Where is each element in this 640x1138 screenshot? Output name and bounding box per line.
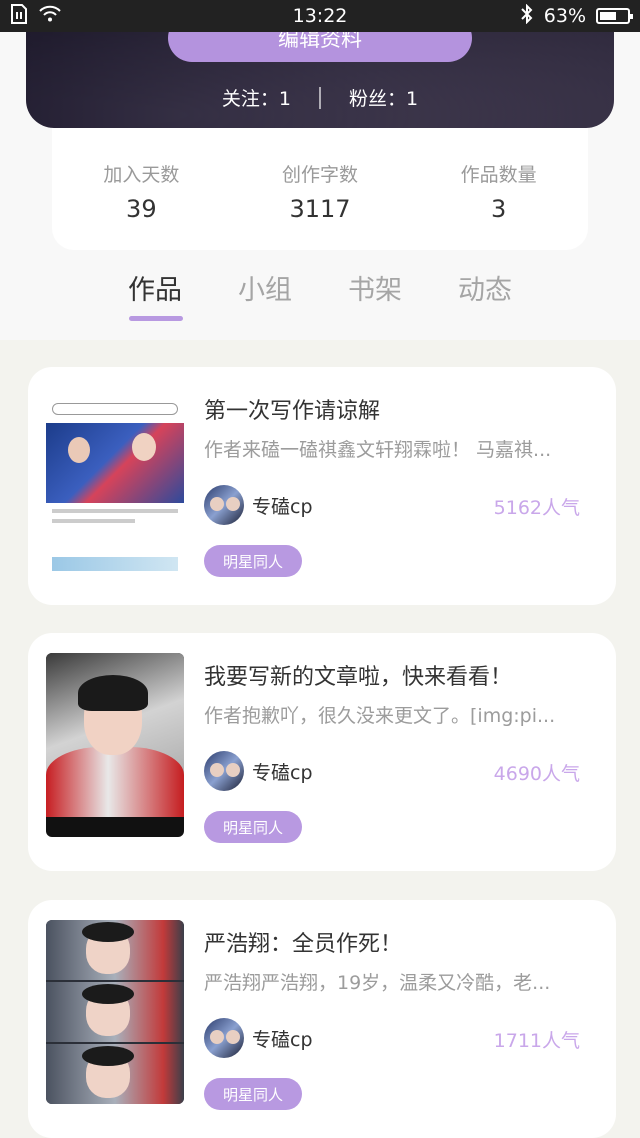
author-info[interactable]: 专磕cp: [204, 751, 313, 791]
cover-text-line: [52, 519, 135, 523]
work-cover: [46, 920, 184, 1104]
work-cover: [46, 387, 184, 571]
tab-label: 小组: [238, 275, 292, 306]
work-description: 作者来磕一磕祺鑫文轩翔霖啦！ 马嘉祺...: [204, 439, 552, 461]
cover-panel: [46, 1044, 184, 1104]
bluetooth-icon: [520, 3, 534, 29]
cover-footer: [52, 557, 178, 571]
stat-words: 创作字数 3117: [250, 160, 390, 223]
work-title: 我要写新的文章啦，快来看看！: [204, 665, 513, 690]
stat-days: 加入天数 39: [71, 160, 211, 223]
work-card[interactable]: 严浩翔：全员作死！ 严浩翔严浩翔，19岁，温柔又冷酷，老... 专磕cp 171…: [28, 900, 616, 1138]
stat-value: 3: [491, 194, 507, 223]
cover-panel: [46, 982, 184, 1042]
status-bar: 13:22 63%: [0, 0, 640, 32]
wifi-icon: [38, 5, 62, 28]
tab-label: 动态: [458, 275, 512, 306]
tab-activity[interactable]: 动态: [430, 268, 540, 307]
cover-hair: [78, 675, 148, 711]
cover-photo: [46, 423, 184, 503]
author-name: 专磕cp: [252, 761, 313, 784]
stat-value: 39: [126, 194, 157, 223]
author-name: 专磕cp: [252, 495, 313, 518]
stat-works: 作品数量 3: [429, 160, 569, 223]
tab-works[interactable]: 作品: [100, 268, 210, 321]
category-tag[interactable]: 明星同人: [204, 545, 302, 577]
cover-search-strip: [52, 403, 178, 415]
cover-figure: [46, 747, 184, 817]
cover-panel: [46, 920, 184, 980]
tab-label: 书架: [348, 275, 402, 306]
category-tag[interactable]: 明星同人: [204, 811, 302, 843]
profile-tabs: 作品 小组 书架 动态: [100, 268, 540, 321]
author-info[interactable]: 专磕cp: [204, 485, 313, 525]
work-description: 作者抱歉吖，很久没来更文了。[img:pi...: [204, 705, 556, 727]
popularity-count: 1711人气: [493, 1030, 580, 1052]
work-card[interactable]: 第一次写作请谅解 作者来磕一磕祺鑫文轩翔霖啦！ 马嘉祺... 专磕cp 5162…: [28, 367, 616, 605]
battery-icon: [596, 8, 633, 24]
popularity-count: 4690人气: [493, 763, 580, 785]
author-info[interactable]: 专磕cp: [204, 1018, 313, 1058]
popularity-count: 5162人气: [493, 497, 580, 519]
follow-row: 关注：1 粉丝：1: [26, 84, 614, 111]
stat-value: 3117: [289, 194, 351, 223]
avatar: [204, 1018, 244, 1058]
work-description: 严浩翔严浩翔，19岁，温柔又冷酷，老...: [204, 972, 551, 994]
divider: [319, 86, 321, 109]
tab-bookshelf[interactable]: 书架: [320, 268, 430, 307]
work-card[interactable]: 我要写新的文章啦，快来看看！ 作者抱歉吖，很久没来更文了。[img:pi... …: [28, 633, 616, 871]
battery-percent: 63%: [543, 5, 586, 27]
stats-panel: 加入天数 39 创作字数 3117 作品数量 3: [52, 128, 588, 250]
work-title: 严浩翔：全员作死！: [204, 932, 403, 957]
avatar: [204, 485, 244, 525]
avatar: [204, 751, 244, 791]
following-count[interactable]: 关注：1: [222, 84, 291, 111]
followers-count[interactable]: 粉丝：1: [349, 84, 418, 111]
tab-groups[interactable]: 小组: [210, 268, 320, 307]
stat-label: 加入天数: [103, 163, 180, 186]
stat-label: 创作字数: [281, 163, 358, 186]
active-tab-indicator: [129, 316, 183, 321]
tab-label: 作品: [128, 275, 182, 306]
work-title: 第一次写作请谅解: [204, 399, 381, 424]
category-tag[interactable]: 明星同人: [204, 1078, 302, 1110]
author-name: 专磕cp: [252, 1028, 313, 1051]
sim-icon: [10, 3, 28, 29]
work-cover: [46, 653, 184, 837]
cover-text-line: [52, 509, 178, 513]
battery-fill: [600, 12, 616, 20]
stat-label: 作品数量: [460, 163, 537, 186]
cover-status-strip: [46, 387, 184, 401]
